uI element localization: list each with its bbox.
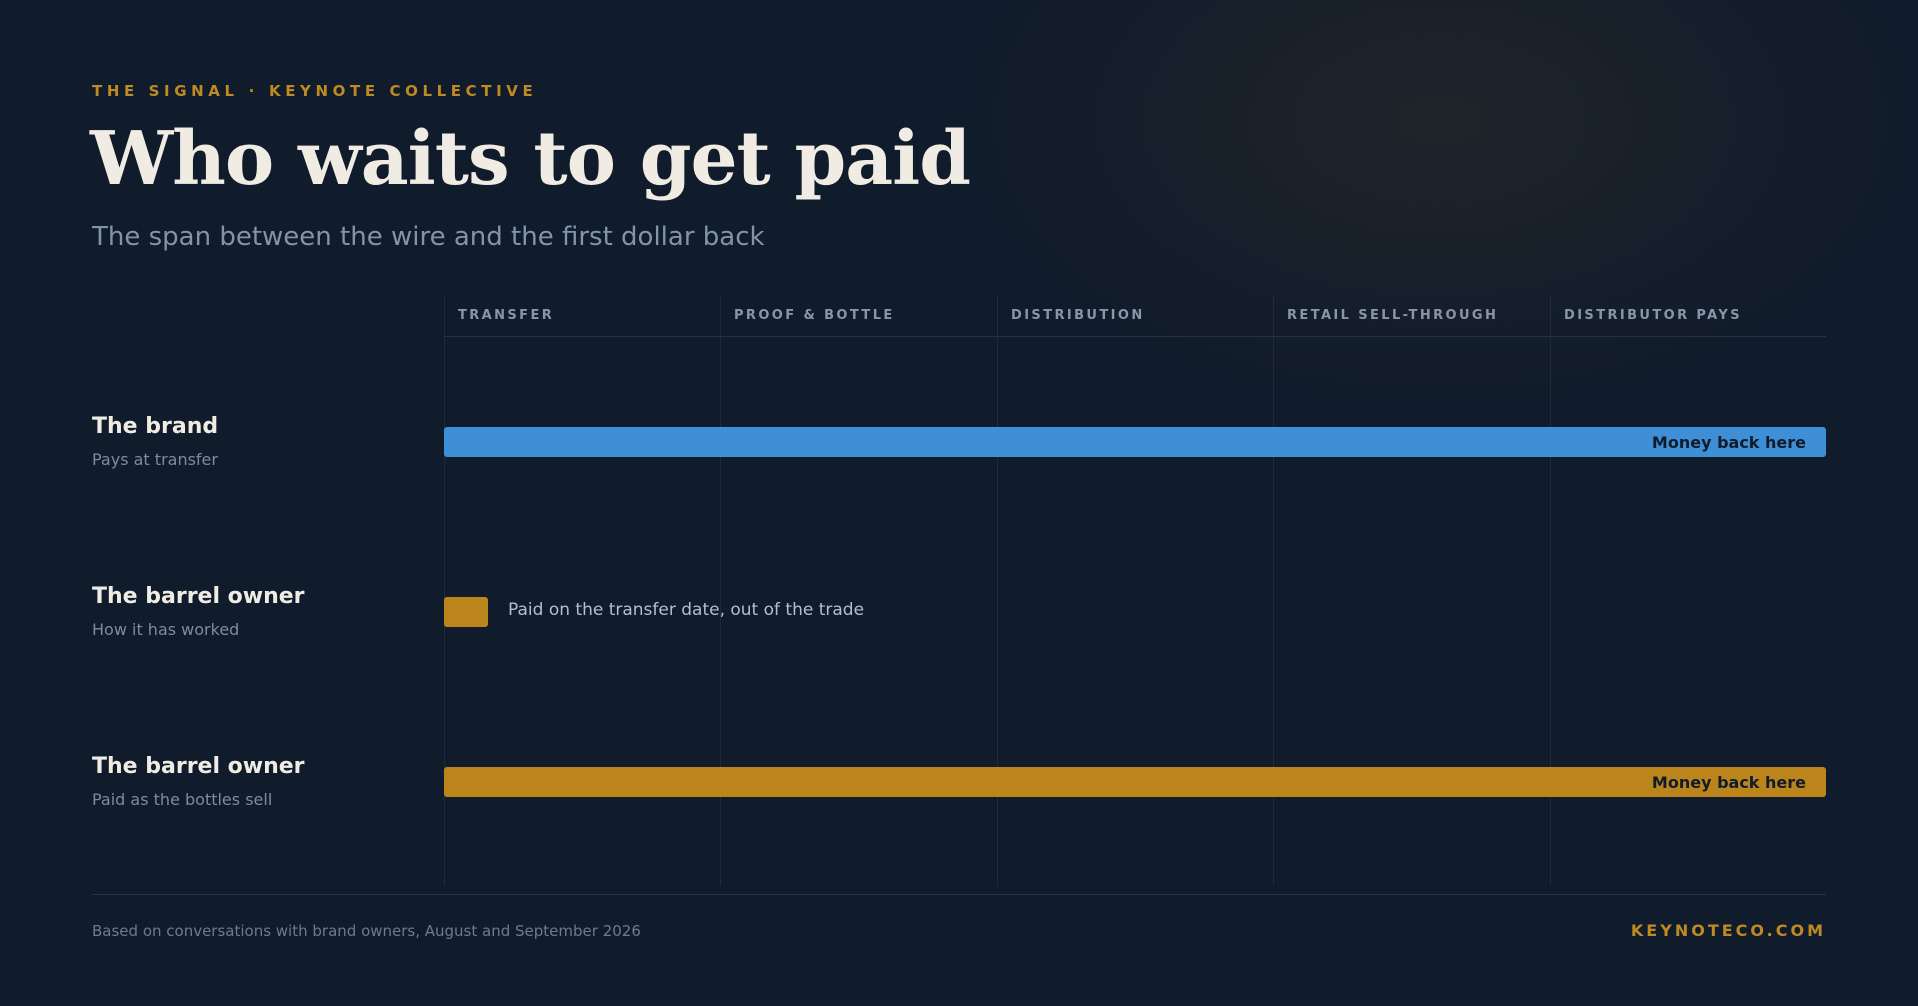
page-subtitle: The span between the wire and the first … — [92, 222, 765, 252]
timeline-grid: TRANSFER PROOF & BOTTLE DISTRIBUTION RET… — [444, 296, 1826, 886]
stage-header-proof-bottle: PROOF & BOTTLE — [734, 308, 895, 323]
kicker: THE SIGNAL · KEYNOTE COLLECTIVE — [92, 82, 537, 100]
row-barrel-owner-sell-title: The barrel owner — [92, 754, 305, 779]
barrel-owner-bar-label: Money back here — [1651, 773, 1806, 792]
row-barrel-owner-current-title: The barrel owner — [92, 584, 305, 609]
page-title: Who waits to get paid — [90, 116, 971, 202]
row-brand-subtitle: Pays at transfer — [92, 450, 218, 469]
stage-divider — [997, 296, 998, 886]
barrel-owner-transfer-marker — [444, 597, 488, 627]
brand-payback-bar: Money back here — [444, 427, 1826, 457]
site-link[interactable]: KEYNOTECO.COM — [1631, 921, 1826, 940]
kicker-org: KEYNOTE COLLECTIVE — [268, 82, 538, 100]
stage-header-transfer: TRANSFER — [458, 308, 555, 323]
brand-bar-label: Money back here — [1651, 433, 1806, 452]
stage-header-rule — [444, 336, 1826, 337]
stage-divider — [1550, 296, 1551, 886]
kicker-separator: · — [248, 82, 259, 100]
row-brand-title: The brand — [92, 414, 219, 439]
slide: THE SIGNAL · KEYNOTE COLLECTIVE Who waits … — [0, 0, 1918, 1006]
stage-divider — [1273, 296, 1274, 886]
stage-header-distribution: DISTRIBUTION — [1011, 308, 1145, 323]
row-barrel-owner-sell-subtitle: Paid as the bottles sell — [92, 790, 273, 809]
kicker-brand: THE SIGNAL — [92, 82, 239, 100]
stage-header-distributor-pays: DISTRIBUTOR PAYS — [1564, 308, 1742, 323]
barrel-owner-payback-bar: Money back here — [444, 767, 1826, 797]
footer-rule — [92, 894, 1826, 895]
source-note: Based on conversations with brand owners… — [92, 922, 641, 940]
barrel-owner-transfer-note: Paid on the transfer date, out of the tr… — [508, 600, 865, 620]
stage-divider — [720, 296, 721, 886]
row-barrel-owner-current-subtitle: How it has worked — [92, 620, 240, 639]
stage-divider — [444, 296, 445, 886]
stage-header-retail-sell-through: RETAIL SELL-THROUGH — [1287, 308, 1499, 323]
